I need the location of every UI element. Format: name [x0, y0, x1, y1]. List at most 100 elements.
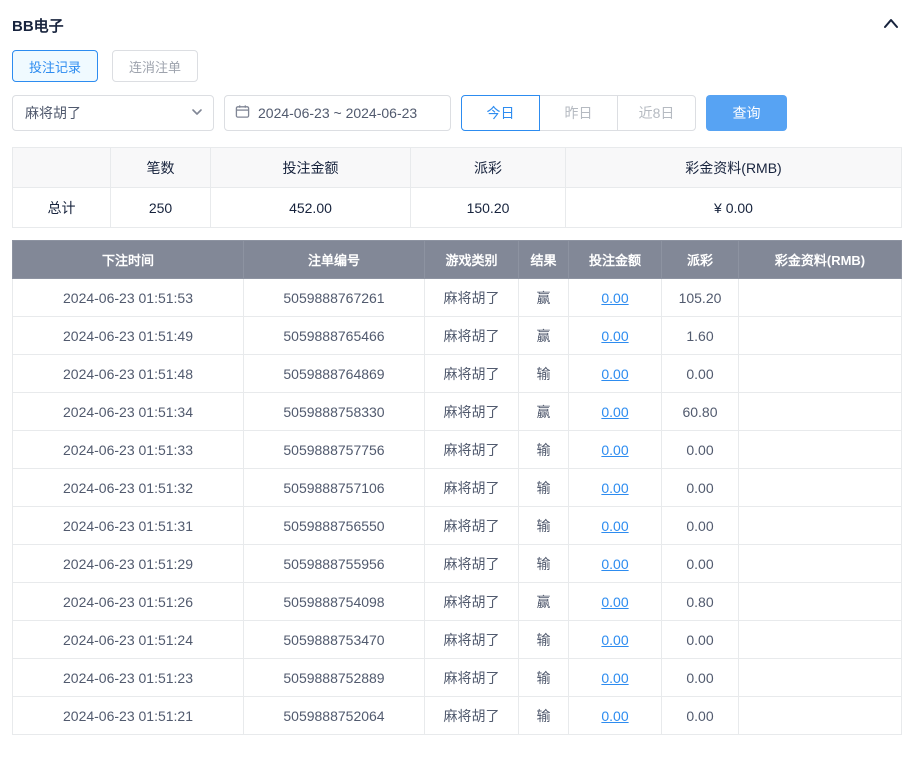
summary-bet-amount-value: 452.00: [210, 187, 411, 228]
table-header-row: 下注时间 注单编号 游戏类别 结果 投注金额 派彩 彩金资料(RMB): [12, 240, 902, 279]
bonus-cell: [738, 506, 902, 545]
payout-cell: 105.20: [661, 278, 739, 317]
order-id-cell: 5059888767261: [243, 278, 425, 317]
bonus-cell: [738, 696, 902, 735]
bet-amount-link[interactable]: 0.00: [601, 480, 628, 496]
bet-amount-link[interactable]: 0.00: [601, 290, 628, 306]
bet-time-cell: 2024-06-23 01:51:33: [12, 430, 244, 469]
table-row: 2024-06-23 01:51:24 5059888753470 麻将胡了输 0.0…: [12, 620, 902, 659]
summary-header-row: 笔数 投注金额 派彩 彩金资料(RMB): [12, 147, 902, 188]
bet-amount-link[interactable]: 0.00: [601, 328, 628, 344]
table-row: 2024-06-23 01:51:21 5059888752064 麻将胡了输 0.0…: [12, 696, 902, 735]
table-row: 2024-06-23 01:51:33 5059888757756 麻将胡了输 0.0…: [12, 430, 902, 469]
collapse-panel-button[interactable]: [883, 16, 899, 35]
page-title: BB电子: [12, 18, 64, 35]
bet-amount-link[interactable]: 0.00: [601, 632, 628, 648]
payout-cell: 0.00: [661, 696, 739, 735]
bet-time-cell: 2024-06-23 01:51:34: [12, 392, 244, 431]
payout-cell: 0.00: [661, 430, 739, 469]
calendar-icon: [235, 104, 250, 122]
summary-header-bonus: 彩金资料(RMB): [565, 147, 902, 188]
table-row: 2024-06-23 01:51:49 5059888765466 麻将胡了赢 0.0…: [12, 316, 902, 355]
result-cell: 赢: [518, 278, 569, 317]
bet-amount-link[interactable]: 0.00: [601, 404, 628, 420]
bet-time-cell: 2024-06-23 01:51:24: [12, 620, 244, 659]
search-button[interactable]: 查询: [706, 95, 787, 131]
summary-header-count: 笔数: [110, 147, 211, 188]
payout-cell: 0.00: [661, 468, 739, 507]
summary-bonus-value: ¥ 0.00: [565, 187, 902, 228]
game-type-cell: 麻将胡了: [424, 620, 519, 659]
bet-amount-link[interactable]: 0.00: [601, 594, 628, 610]
bet-amount-cell: 0.00: [568, 354, 662, 393]
bet-amount-link[interactable]: 0.00: [601, 556, 628, 572]
bonus-cell: [738, 544, 902, 583]
bet-amount-link[interactable]: 0.00: [601, 366, 628, 382]
summary-header-bet-amount: 投注金额: [210, 147, 411, 188]
table-row: 2024-06-23 01:51:32 5059888757106 麻将胡了输 0.0…: [12, 468, 902, 507]
col-header-bet-amount: 投注金额: [568, 240, 662, 279]
bet-time-cell: 2024-06-23 01:51:53: [12, 278, 244, 317]
game-type-cell: 麻将胡了: [424, 506, 519, 545]
quick-date-yesterday-button[interactable]: 昨日: [539, 95, 618, 131]
bonus-cell: [738, 316, 902, 355]
bonus-cell: [738, 582, 902, 621]
tab-bet-records[interactable]: 投注记录: [12, 50, 99, 82]
chevron-down-icon: [191, 105, 203, 121]
bonus-cell: [738, 658, 902, 697]
bet-amount-link[interactable]: 0.00: [601, 708, 628, 724]
order-id-cell: 5059888757756: [243, 430, 425, 469]
payout-cell: 0.80: [661, 582, 739, 621]
game-type-cell: 麻将胡了: [424, 430, 519, 469]
result-cell: 输: [518, 430, 569, 469]
bet-amount-cell: 0.00: [568, 392, 662, 431]
bet-amount-link[interactable]: 0.00: [601, 670, 628, 686]
quick-date-today-button[interactable]: 今日: [461, 95, 540, 131]
bet-amount-cell: 0.00: [568, 658, 662, 697]
date-range-value: 2024-06-23 ~ 2024-06-23: [258, 105, 418, 121]
bet-time-cell: 2024-06-23 01:51:21: [12, 696, 244, 735]
quick-date-8days-button[interactable]: 近8日: [617, 95, 696, 131]
bet-amount-link[interactable]: 0.00: [601, 518, 628, 534]
bonus-cell: [738, 354, 902, 393]
bonus-cell: [738, 620, 902, 659]
bet-amount-cell: 0.00: [568, 544, 662, 583]
bet-time-cell: 2024-06-23 01:51:48: [12, 354, 244, 393]
bet-amount-cell: 0.00: [568, 316, 662, 355]
chevron-up-icon: [883, 16, 899, 35]
payout-cell: 60.80: [661, 392, 739, 431]
bonus-cell: [738, 468, 902, 507]
game-type-select-value: 麻将胡了: [25, 105, 81, 121]
payout-cell: 0.00: [661, 544, 739, 583]
bet-table-body: 2024-06-23 01:51:53 5059888767261 麻将胡了赢 0.0…: [12, 278, 902, 735]
bet-amount-cell: 0.00: [568, 696, 662, 735]
col-header-game-type: 游戏类别: [424, 240, 519, 279]
order-id-cell: 5059888754098: [243, 582, 425, 621]
result-cell: 输: [518, 696, 569, 735]
payout-cell: 0.00: [661, 658, 739, 697]
quick-date-button-group: 今日 昨日 近8日: [461, 95, 696, 131]
order-id-cell: 5059888755956: [243, 544, 425, 583]
summary-total-label: 总计: [12, 187, 111, 228]
bet-amount-cell: 0.00: [568, 278, 662, 317]
summary-payout-value: 150.20: [410, 187, 566, 228]
tab-cascade-orders[interactable]: 连消注单: [112, 50, 199, 82]
game-type-cell: 麻将胡了: [424, 316, 519, 355]
bet-records-table: 下注时间 注单编号 游戏类别 结果 投注金额 派彩 彩金资料(RMB) 2024…: [12, 240, 902, 735]
bet-amount-link[interactable]: 0.00: [601, 442, 628, 458]
summary-header-payout: 派彩: [410, 147, 566, 188]
payout-cell: 0.00: [661, 620, 739, 659]
order-id-cell: 5059888756550: [243, 506, 425, 545]
date-range-picker[interactable]: 2024-06-23 ~ 2024-06-23: [224, 95, 451, 131]
table-row: 2024-06-23 01:51:31 5059888756550 麻将胡了输 0.0…: [12, 506, 902, 545]
table-row: 2024-06-23 01:51:48 5059888764869 麻将胡了输 0.0…: [12, 354, 902, 393]
bet-time-cell: 2024-06-23 01:51:32: [12, 468, 244, 507]
order-id-cell: 5059888764869: [243, 354, 425, 393]
game-type-cell: 麻将胡了: [424, 468, 519, 507]
game-type-cell: 麻将胡了: [424, 696, 519, 735]
game-type-cell: 麻将胡了: [424, 544, 519, 583]
bet-time-cell: 2024-06-23 01:51:49: [12, 316, 244, 355]
result-cell: 输: [518, 506, 569, 545]
table-row: 2024-06-23 01:51:53 5059888767261 麻将胡了赢 0.0…: [12, 278, 902, 317]
game-type-select[interactable]: 麻将胡了: [12, 95, 214, 131]
